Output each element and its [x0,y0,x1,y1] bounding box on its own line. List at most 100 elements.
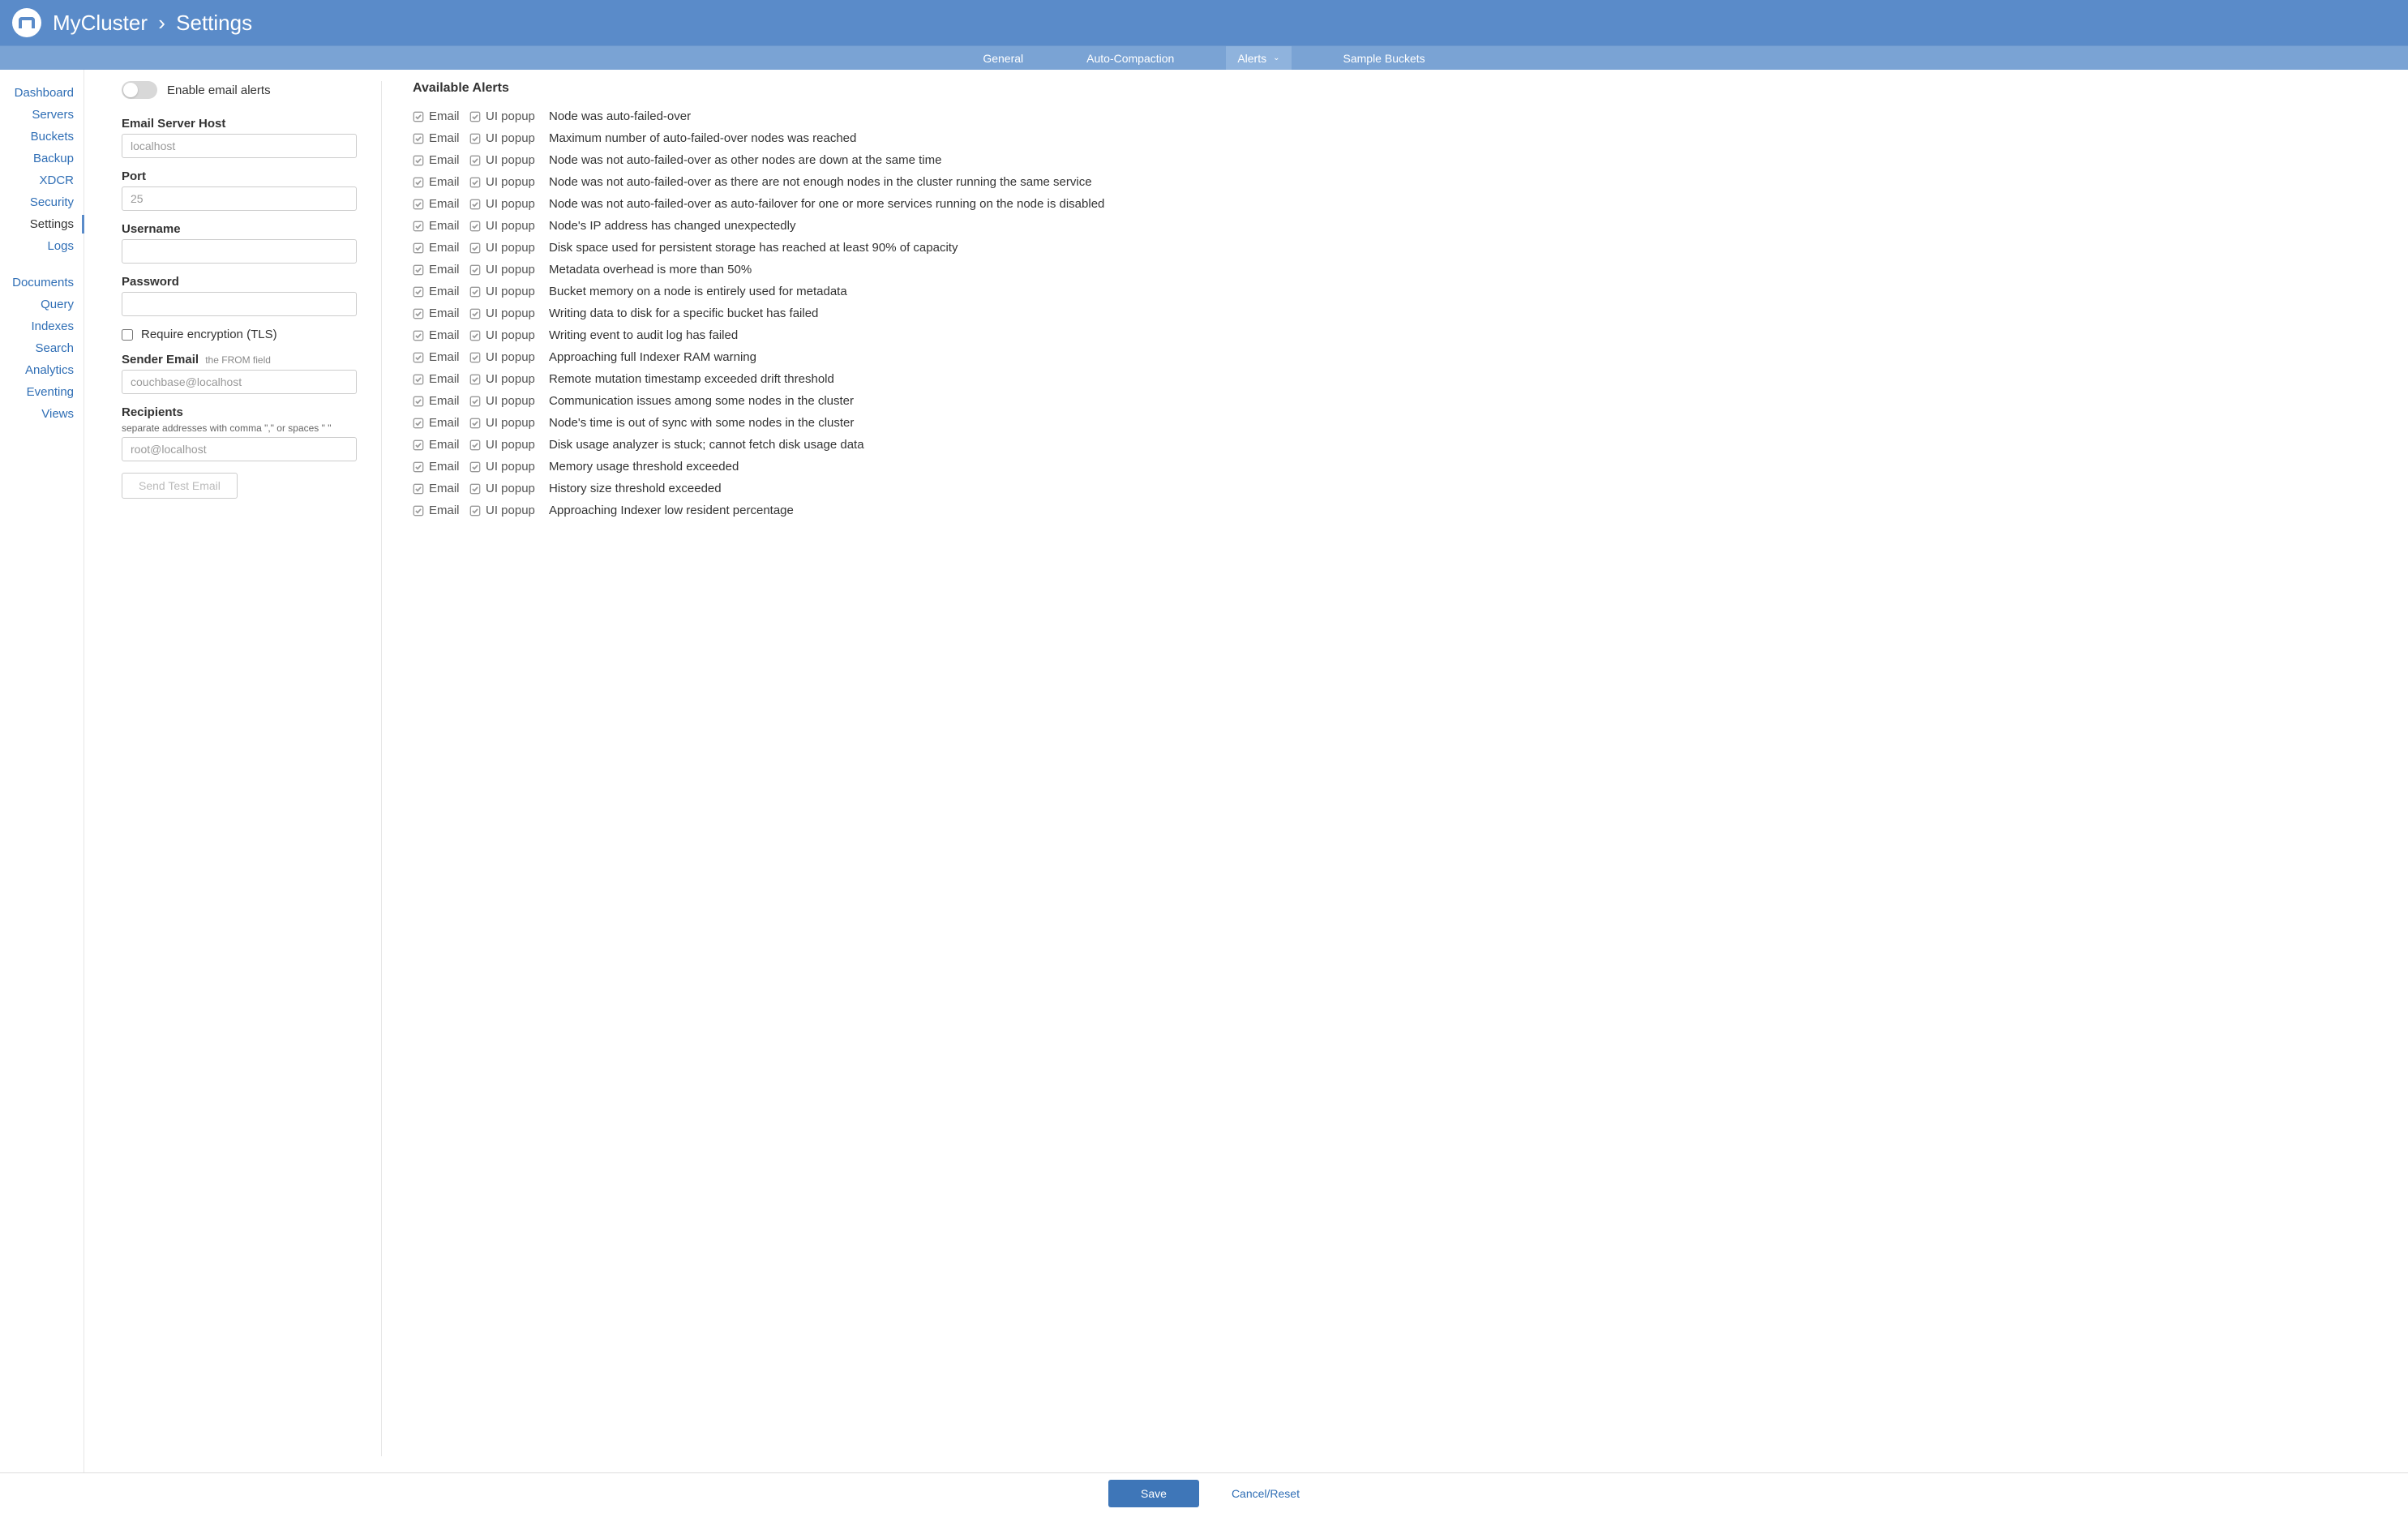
checkbox-checked-icon[interactable] [469,242,481,254]
checkbox-checked-icon[interactable] [469,330,481,341]
checkbox-checked-icon[interactable] [469,439,481,451]
alert-row: EmailUI popupNode was not auto-failed-ov… [413,193,2392,215]
checkbox-checked-icon[interactable] [413,221,424,232]
subnav-item-alerts[interactable]: Alerts⌄ [1226,46,1291,70]
checkbox-checked-icon[interactable] [469,155,481,166]
alert-email-label: Email [429,219,460,233]
cancel-button[interactable]: Cancel/Reset [1232,1487,1300,1500]
subnav-item-sample-buckets[interactable]: Sample Buckets [1332,46,1437,70]
save-button[interactable]: Save [1108,1480,1199,1507]
checkbox-checked-icon[interactable] [413,461,424,473]
checkbox-checked-icon[interactable] [413,242,424,254]
checkbox-checked-icon[interactable] [469,133,481,144]
sidebar-item-settings[interactable]: Settings [0,213,84,235]
checkbox-checked-icon[interactable] [413,483,424,495]
sidebar-item-security[interactable]: Security [0,191,84,213]
checkbox-checked-icon[interactable] [413,199,424,210]
checkbox-checked-icon[interactable] [469,374,481,385]
alert-description: Bucket memory on a node is entirely used… [549,285,847,298]
checkbox-checked-icon[interactable] [413,286,424,298]
checkbox-checked-icon[interactable] [413,374,424,385]
checkbox-checked-icon[interactable] [469,111,481,122]
checkbox-checked-icon[interactable] [413,111,424,122]
sidebar-item-xdcr[interactable]: XDCR [0,169,84,191]
checkbox-checked-icon[interactable] [413,418,424,429]
checkbox-checked-icon[interactable] [413,133,424,144]
sidebar-item-documents[interactable]: Documents [0,272,84,294]
alert-email-label: Email [429,285,460,298]
alert-row: EmailUI popupCommunication issues among … [413,390,2392,412]
checkbox-checked-icon[interactable] [413,264,424,276]
checkbox-checked-icon[interactable] [469,308,481,319]
alert-description: Writing data to disk for a specific buck… [549,306,818,320]
sidebar-item-eventing[interactable]: Eventing [0,381,84,403]
tls-label: Require encryption (TLS) [141,328,277,341]
alert-email-label: Email [429,372,460,386]
checkbox-checked-icon[interactable] [413,396,424,407]
checkbox-checked-icon[interactable] [413,352,424,363]
sidebar-item-views[interactable]: Views [0,403,84,425]
alert-email-label: Email [429,153,460,167]
alert-email-label: Email [429,394,460,408]
page-title: Settings [176,11,252,35]
password-input[interactable] [122,292,357,316]
sidebar-item-search[interactable]: Search [0,337,84,359]
checkbox-checked-icon[interactable] [469,461,481,473]
footer: Save Cancel/Reset [0,1472,2408,1513]
alert-row: EmailUI popupBucket memory on a node is … [413,281,2392,302]
host-label: Email Server Host [122,117,357,131]
alert-description: Maximum number of auto-failed-over nodes… [549,131,856,145]
enable-email-label: Enable email alerts [167,84,271,97]
host-input[interactable] [122,134,357,158]
alert-description: Metadata overhead is more than 50% [549,263,752,276]
checkbox-checked-icon[interactable] [469,264,481,276]
sidebar-item-backup[interactable]: Backup [0,148,84,169]
alert-popup-label: UI popup [486,263,535,276]
tls-checkbox[interactable] [122,329,133,341]
checkbox-checked-icon[interactable] [469,483,481,495]
alert-row: EmailUI popupNode was not auto-failed-ov… [413,171,2392,193]
alert-row: EmailUI popupWriting event to audit log … [413,324,2392,346]
checkbox-checked-icon[interactable] [413,505,424,516]
breadcrumb: MyCluster › Settings [53,11,252,36]
username-input[interactable] [122,239,357,264]
sidebar-item-analytics[interactable]: Analytics [0,359,84,381]
subnav-item-general[interactable]: General [971,46,1035,70]
alert-description: Node was not auto-failed-over as auto-fa… [549,197,1104,211]
logo-icon [12,8,41,37]
cluster-name[interactable]: MyCluster [53,11,148,35]
send-test-button[interactable]: Send Test Email [122,473,238,499]
enable-email-toggle[interactable] [122,81,157,99]
checkbox-checked-icon[interactable] [469,286,481,298]
sidebar-item-buckets[interactable]: Buckets [0,126,84,148]
checkbox-checked-icon[interactable] [469,352,481,363]
alert-email-label: Email [429,197,460,211]
alert-email-label: Email [429,306,460,320]
checkbox-checked-icon[interactable] [413,330,424,341]
alert-row: EmailUI popupMetadata overhead is more t… [413,259,2392,281]
checkbox-checked-icon[interactable] [469,221,481,232]
sidebar-item-logs[interactable]: Logs [0,235,84,257]
checkbox-checked-icon[interactable] [469,418,481,429]
alert-row: EmailUI popupRemote mutation timestamp e… [413,368,2392,390]
alert-row: EmailUI popupWriting data to disk for a … [413,302,2392,324]
checkbox-checked-icon[interactable] [469,199,481,210]
alert-popup-label: UI popup [486,460,535,474]
checkbox-checked-icon[interactable] [413,308,424,319]
checkbox-checked-icon[interactable] [413,439,424,451]
alert-popup-label: UI popup [486,394,535,408]
subnav-item-auto-compaction[interactable]: Auto-Compaction [1075,46,1185,70]
checkbox-checked-icon[interactable] [413,155,424,166]
sidebar-item-query[interactable]: Query [0,294,84,315]
recipients-input[interactable] [122,437,357,461]
checkbox-checked-icon[interactable] [469,396,481,407]
sidebar-item-servers[interactable]: Servers [0,104,84,126]
sender-input[interactable] [122,370,357,394]
checkbox-checked-icon[interactable] [469,177,481,188]
sidebar-item-indexes[interactable]: Indexes [0,315,84,337]
sidebar-item-dashboard[interactable]: Dashboard [0,82,84,104]
alert-description: History size threshold exceeded [549,482,722,495]
port-input[interactable] [122,186,357,211]
checkbox-checked-icon[interactable] [469,505,481,516]
checkbox-checked-icon[interactable] [413,177,424,188]
